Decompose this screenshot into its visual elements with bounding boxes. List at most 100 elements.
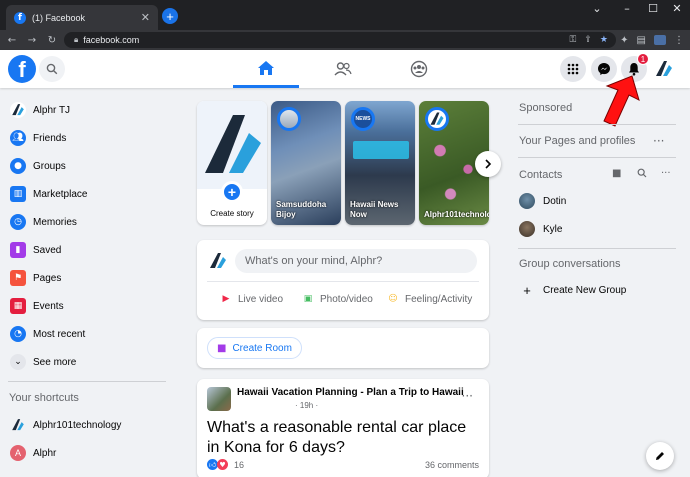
sidebar-item-marketplace[interactable]: ▥ Marketplace [0,180,175,208]
create-story-label: Create story [210,209,254,218]
contact-item[interactable]: Dotin [519,191,566,211]
live-video-button[interactable]: ▶ Live video [219,289,284,309]
post-options-icon[interactable]: ··· [462,389,473,403]
post-composer: What's on your mind, Alphr? ▶ Live video… [197,240,489,320]
group-avatar[interactable] [207,387,231,411]
address-bar[interactable]: 🔒︎ facebook.com ⚿ ⇪ ★ [64,32,616,48]
avatar [277,107,301,131]
memories-icon: ◷ [10,214,26,230]
feed-post: Hawaii Vacation Planning - Plan a Trip t… [197,379,489,477]
shortcuts-title: Your shortcuts [9,392,79,404]
search-contacts-icon[interactable] [637,168,647,181]
tab-groups[interactable] [386,50,452,88]
create-story-card[interactable]: + Create story [197,101,267,225]
stories-next-button[interactable] [475,151,501,177]
create-new-group-button[interactable]: + Create New Group [519,280,626,300]
new-room-icon[interactable]: ■ [612,168,621,179]
contact-item[interactable]: Kyle [519,219,562,239]
alphr-logo-icon [12,419,24,431]
chrome-menu-icon[interactable]: ⋮ [674,35,684,46]
menu-button[interactable] [560,56,586,82]
lock-icon[interactable]: 🔒︎ [74,35,78,45]
sidebar-item-groups[interactable]: ● Groups [0,152,175,180]
story-card[interactable]: Samsuddoha Bijoy [271,101,341,225]
edit-icon [656,452,664,460]
live-video-icon: ▶ [222,294,230,304]
alphr-logo-icon [430,112,444,125]
sidebar-item-profile[interactable]: Alphr TJ [0,96,175,124]
facebook-header: f [0,50,690,88]
tab-search-chevron-icon[interactable]: ⌄ [582,0,612,16]
pages-profiles-title: Your Pages and profiles [519,135,636,147]
menu-grid-icon [567,63,579,75]
alphr-logo-icon [205,115,261,173]
sidebar-item-see-more[interactable]: ⌄ See more [0,348,175,376]
browser-tab[interactable]: f (1) Facebook ✕ [6,5,158,30]
most-recent-icon: ◔ [10,326,26,342]
red-arrow-annotation [603,75,640,127]
sidebar-item-label: Groups [33,160,66,172]
photo-video-button[interactable]: ▣ Photo/video [301,289,373,309]
tab-friends[interactable] [310,50,376,88]
story-card[interactable]: NEWS Hawaii News Now [345,101,415,225]
post-text: What's a reasonable rental car place in … [207,419,467,456]
new-message-button[interactable] [646,442,674,470]
contact-name: Kyle [543,223,563,235]
divider [207,281,479,282]
alphr-avatar: A [10,445,26,461]
shortcut-alphr[interactable]: A Alphr [10,443,56,463]
create-room-card: ■ Create Room [197,328,489,368]
divider [518,248,676,249]
post-group-name[interactable]: Hawaii Vacation Planning - Plan a Trip t… [237,387,464,398]
sidebar-item-saved[interactable]: ▮ Saved [0,236,175,264]
reload-icon[interactable]: ↻ [42,35,62,46]
tab-home[interactable] [233,50,299,88]
create-room-button[interactable]: ■ Create Room [207,337,302,359]
tab-close-button[interactable]: ✕ [141,11,150,24]
shortcut-label: Alphr101technology [33,419,122,431]
reactions-summary[interactable]: 👍︎ ♥ 16 [207,459,244,470]
media-icon[interactable]: ▤ [637,35,646,46]
sidebar-item-label: See more [33,356,77,368]
profile-icon[interactable] [654,35,666,45]
url-text[interactable]: facebook.com [83,35,139,45]
account-avatar[interactable] [651,56,677,82]
avatar [519,193,535,209]
alphr-logo-icon [210,253,226,268]
share-icon[interactable]: ⇪ [584,35,592,45]
sidebar-item-friends[interactable]: 👥︎ Friends [0,124,175,152]
facebook-logo[interactable]: f [8,55,36,83]
search-button[interactable] [39,56,65,82]
forward-icon[interactable]: → [22,35,42,46]
sidebar-item-most-recent[interactable]: ◔ Most recent [0,320,175,348]
pages-options-icon[interactable]: ··· [653,134,664,148]
key-icon[interactable]: ⚿ [570,35,577,45]
browser-toolbar: ← → ↻ 🔒︎ facebook.com ⚿ ⇪ ★ ✦ ▤ ⋮ [0,30,690,50]
sidebar-item-label: Most recent [33,328,86,340]
sidebar-item-pages[interactable]: ⚑ Pages [0,264,175,292]
contacts-options-icon[interactable]: ··· [661,168,671,179]
feeling-activity-button[interactable]: ☺ Feeling/Activity [386,289,472,309]
back-icon[interactable]: ← [2,35,22,46]
alphr-logo-icon [656,61,672,76]
action-label: Live video [238,293,284,305]
chevron-right-icon [485,159,492,169]
shortcut-alphr101technology[interactable]: Alphr101technology [10,415,121,435]
sidebar-item-label: Friends [33,132,67,144]
groups-icon: ● [10,158,26,174]
sidebar-divider [8,381,166,382]
sidebar-item-memories[interactable]: ◷ Memories [0,208,175,236]
extensions-icon[interactable]: ✦ [620,35,628,46]
sidebar-item-events[interactable]: ▦ Events [0,292,175,320]
close-window-button[interactable]: ✕ [662,0,690,16]
new-tab-button[interactable]: + [162,8,178,24]
create-group-label: Create New Group [543,284,627,296]
whats-on-your-mind-input[interactable]: What's on your mind, Alphr? [235,249,477,273]
comments-count[interactable]: 36 comments [425,460,479,470]
bookmark-star-icon[interactable]: ★ [600,35,608,45]
group-conversations-title: Group conversations [519,258,621,270]
sidebar-item-label: Alphr TJ [33,104,71,116]
story-name: Samsuddoha Bijoy [276,200,327,219]
add-story-icon[interactable]: + [221,181,243,203]
post-timestamp[interactable]: · 19h · [295,401,318,410]
